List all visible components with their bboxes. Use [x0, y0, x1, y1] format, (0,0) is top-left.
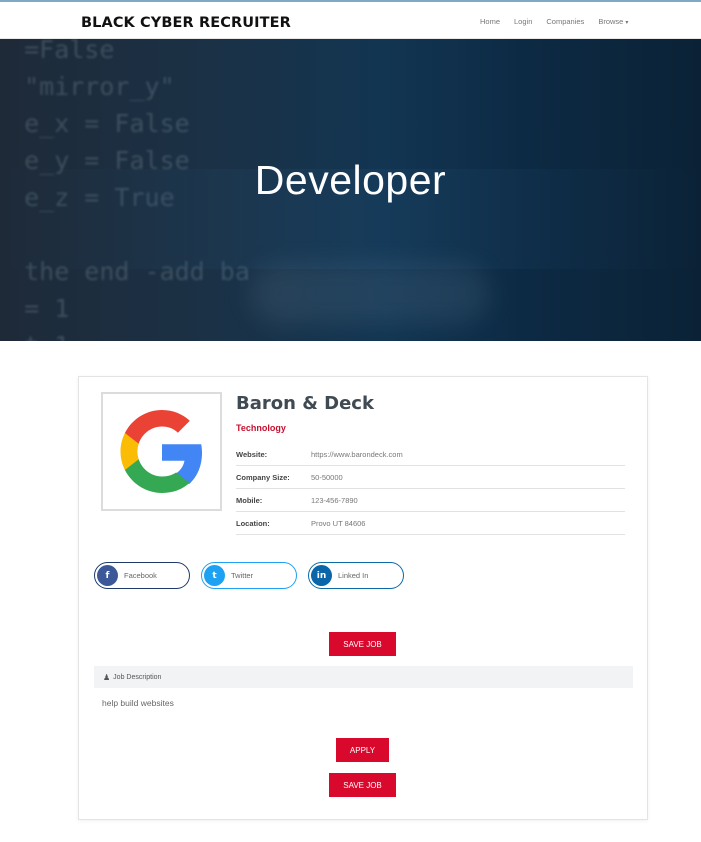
page-title: Developer [254, 157, 447, 203]
nav-companies[interactable]: Companies [546, 17, 584, 26]
nav-browse[interactable]: Browse ▾ [598, 17, 628, 26]
social-links: f Facebook t Twitter in Linked In [94, 562, 415, 589]
info-row-website: Website: https://www.barondeck.com [236, 443, 625, 466]
facebook-label: Facebook [124, 571, 157, 580]
twitter-button[interactable]: t Twitter [201, 562, 297, 589]
info-label: Mobile: [236, 495, 263, 505]
hero-glow [250, 264, 490, 324]
nav-home[interactable]: Home [480, 17, 500, 26]
info-row-mobile: Mobile: 123-456-7890 [236, 489, 625, 512]
twitter-icon: t [204, 565, 225, 586]
job-description-header-label: Job Description [113, 673, 162, 681]
job-description-text: help build websites [102, 698, 174, 708]
twitter-label: Twitter [231, 571, 254, 580]
info-row-size: Company Size: 50-50000 [236, 466, 625, 489]
user-icon: ♟ [103, 672, 111, 682]
info-label: Company Size: [236, 472, 290, 482]
job-description-header: ♟ Job Description [94, 666, 633, 688]
company-info-table: Website: https://www.barondeck.com Compa… [236, 443, 625, 535]
facebook-icon: f [97, 565, 118, 586]
apply-button[interactable]: APPLY [336, 738, 389, 762]
nav-login[interactable]: Login [514, 17, 532, 26]
website-link[interactable]: https://www.barondeck.com [311, 450, 403, 459]
company-category: Technology [236, 423, 286, 433]
save-job-button-bottom[interactable]: SAVE JOB [329, 773, 396, 797]
nav-links: Home Login Companies Browse ▾ [480, 17, 642, 26]
info-value: 50-50000 [311, 472, 343, 482]
info-label: Location: [236, 518, 270, 528]
info-row-location: Location: Provo UT 84606 [236, 512, 625, 535]
info-value: 123-456-7890 [311, 495, 358, 505]
facebook-button[interactable]: f Facebook [94, 562, 190, 589]
company-name[interactable]: Baron & Deck [236, 393, 374, 414]
nav-browse-label: Browse [598, 17, 624, 26]
info-label: Website: [236, 449, 268, 459]
linkedin-icon: in [311, 565, 332, 586]
google-logo [120, 410, 202, 493]
navbar: BLACK CYBER RECRUITER Home Login Compani… [0, 0, 701, 39]
info-value: Provo UT 84606 [311, 518, 366, 528]
linkedin-label: Linked In [338, 571, 369, 580]
linkedin-button[interactable]: in Linked In [308, 562, 404, 589]
company-logo [101, 392, 222, 511]
job-card: Baron & Deck Technology Website: https:/… [78, 376, 648, 820]
hero-banner: =False "mirror_y" e_x = False e_y = Fals… [0, 39, 701, 341]
brand-logo-text[interactable]: BLACK CYBER RECRUITER [81, 15, 291, 31]
save-job-button-top[interactable]: SAVE JOB [329, 632, 396, 656]
caret-down-icon: ▾ [625, 20, 629, 26]
